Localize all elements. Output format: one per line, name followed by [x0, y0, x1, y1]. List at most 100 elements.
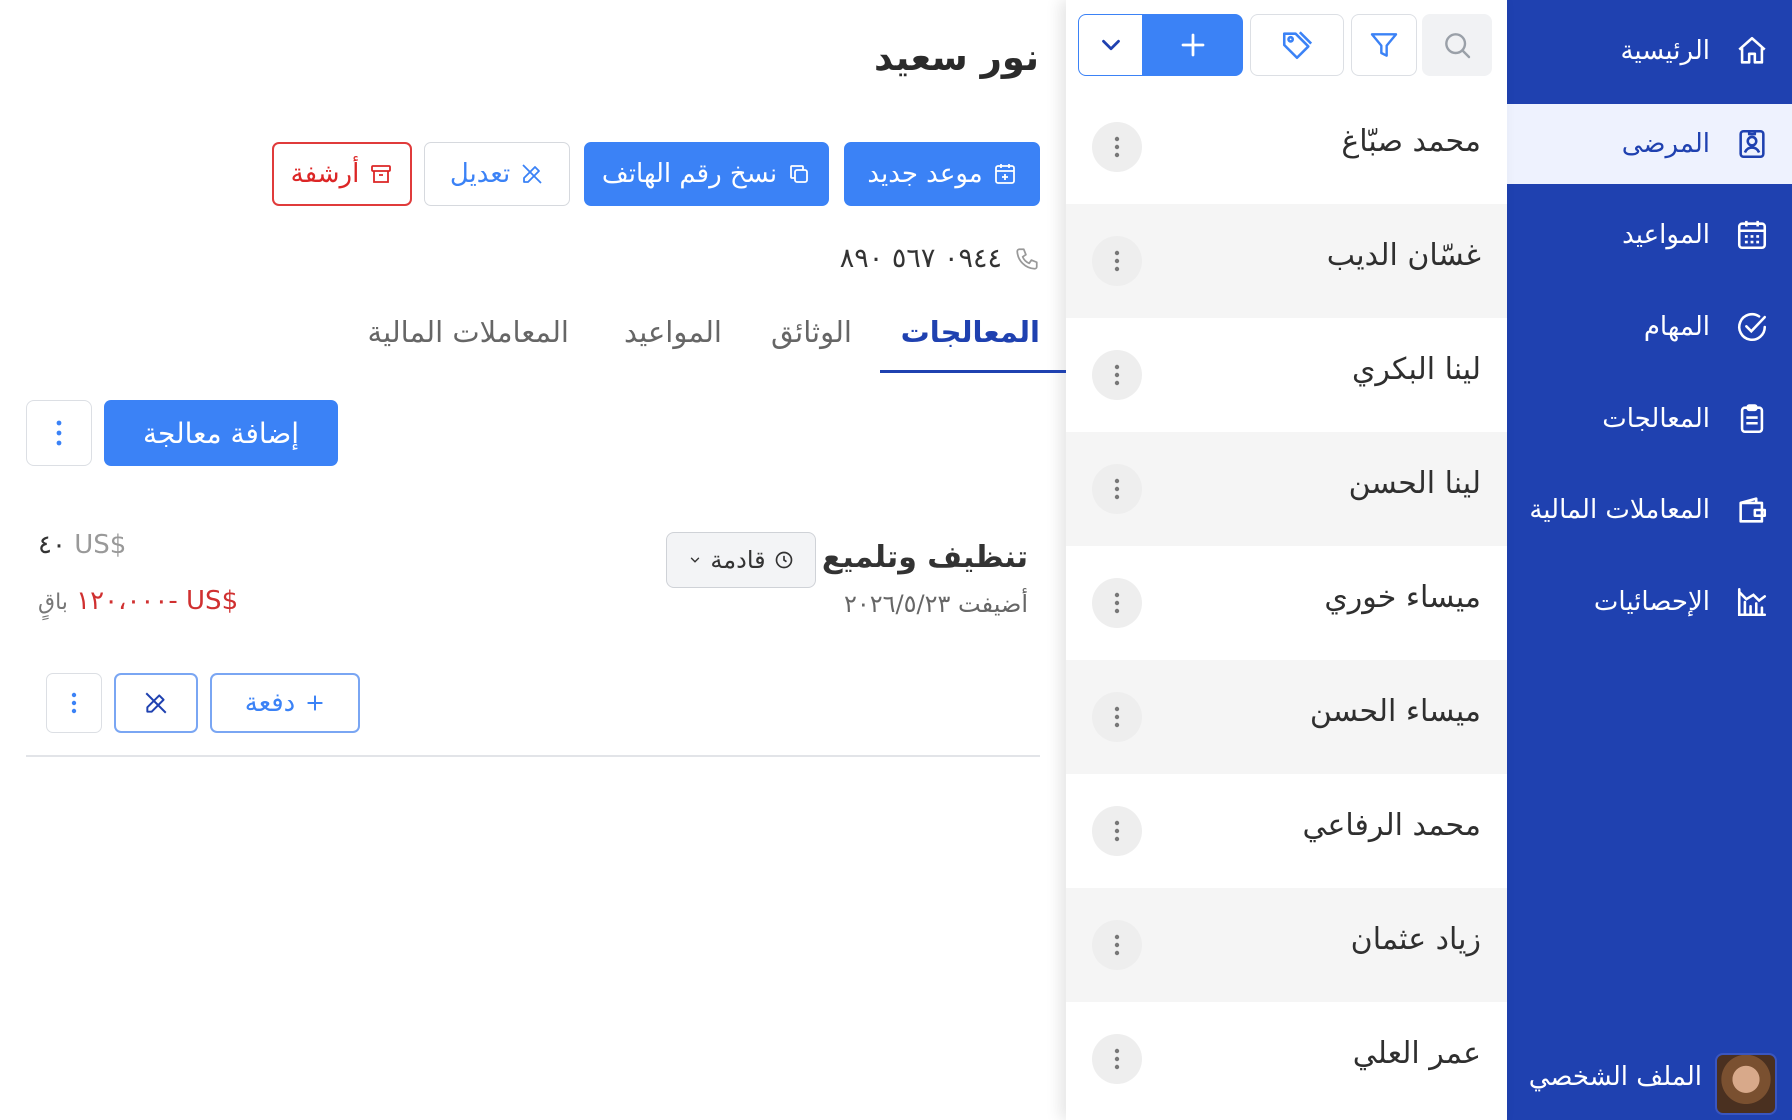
sidebar-item-label: المعاملات المالية: [1529, 495, 1710, 525]
edit-treatment-button[interactable]: [114, 673, 198, 733]
chevron-down-icon: [688, 553, 702, 567]
filter-button[interactable]: [1351, 14, 1417, 76]
patient-list-item[interactable]: عمر العلي: [1066, 1002, 1507, 1116]
add-patient-button[interactable]: [1142, 14, 1243, 76]
home-icon: [1735, 34, 1769, 68]
add-treatment-button[interactable]: إضافة معالجة: [104, 400, 338, 466]
patient-more-button[interactable]: [1092, 350, 1142, 400]
patient-more-button[interactable]: [1092, 1034, 1142, 1084]
more-options-button[interactable]: [26, 400, 92, 466]
add-payment-button[interactable]: دفعة: [210, 673, 360, 733]
patient-name: ميساء الحسن: [1309, 694, 1481, 729]
currency: $US: [186, 586, 239, 616]
status-dropdown[interactable]: قادمة: [666, 532, 816, 588]
kebab-icon: [56, 420, 62, 446]
kebab-icon: [1114, 934, 1120, 956]
patient-more-button[interactable]: [1092, 236, 1142, 286]
copy-phone-button[interactable]: نسخ رقم الهاتف: [584, 142, 829, 206]
patient-more-button[interactable]: [1092, 578, 1142, 628]
calendar-icon: [1735, 218, 1769, 252]
patient-list-item[interactable]: لينا البكري: [1066, 318, 1507, 432]
stats-icon: [1735, 585, 1769, 619]
edit-button[interactable]: تعديل: [424, 142, 570, 206]
tab-appointments[interactable]: المواعيد: [624, 315, 722, 349]
calendar-plus-icon: [993, 162, 1017, 186]
chevron-down-icon: [1096, 30, 1126, 60]
patient-name: محمد صبّاغ: [1341, 124, 1481, 159]
patient-name: ميساء خوري: [1324, 580, 1481, 615]
wallet-icon: [1735, 493, 1769, 527]
sidebar-item-label: الإحصائيات: [1593, 587, 1710, 617]
treatment-more-button[interactable]: [46, 673, 102, 733]
plus-icon: [305, 693, 325, 713]
archive-label: أرشفة: [290, 159, 360, 189]
sidebar-profile[interactable]: الملف الشخصي: [1507, 1040, 1792, 1120]
treatment-card: تنظيف وتلميع قادمة أضيفت ٢٠٢٦/٥/٢٣ $US ٤…: [26, 510, 1040, 757]
remaining-amount: -١٢٠،٠٠٠: [76, 586, 178, 616]
edit-label: تعديل: [449, 159, 511, 189]
active-tab-indicator: [880, 370, 1066, 373]
patient-list-panel: محمد صبّاغ غسّان الديب لينا البكري لينا …: [1066, 0, 1507, 1120]
patient-list-item[interactable]: ميساء خوري: [1066, 546, 1507, 660]
phone-icon: [1014, 246, 1040, 272]
patient-name: غسّان الديب: [1326, 238, 1481, 273]
tags-icon: [1280, 28, 1314, 62]
kebab-icon: [1114, 1048, 1120, 1070]
sidebar-item-statistics[interactable]: الإحصائيات: [1507, 562, 1792, 642]
sidebar-item-treatments[interactable]: المعالجات: [1507, 379, 1792, 459]
phone-row: ٠٩٤٤ ٥٦٧ ٨٩٠: [840, 243, 1040, 274]
patient-badge-icon: [1735, 127, 1769, 161]
sidebar-item-label: المهام: [1643, 312, 1710, 342]
kebab-icon: [1114, 250, 1120, 272]
patient-list-item[interactable]: ميساء الحسن: [1066, 660, 1507, 774]
patient-more-button[interactable]: [1092, 920, 1142, 970]
archive-button[interactable]: أرشفة: [272, 142, 412, 206]
search-button[interactable]: [1422, 14, 1492, 76]
patient-more-button[interactable]: [1092, 692, 1142, 742]
plus-icon: [1178, 30, 1208, 60]
check-circle-icon: [1735, 310, 1769, 344]
sidebar-item-label: الرئيسية: [1620, 36, 1710, 66]
sidebar-item-patients[interactable]: المرضى: [1507, 104, 1792, 184]
patient-more-button[interactable]: [1092, 464, 1142, 514]
kebab-icon: [1114, 592, 1120, 614]
copy-phone-label: نسخ رقم الهاتف: [601, 159, 778, 189]
sidebar-item-appointments[interactable]: المواعيد: [1507, 195, 1792, 275]
treatment-price: $US ٤٠: [38, 530, 126, 560]
patient-list-item[interactable]: محمد الرفاعي: [1066, 774, 1507, 888]
profile-label: الملف الشخصي: [1528, 1062, 1702, 1092]
tab-documents[interactable]: الوثائق: [771, 315, 852, 349]
add-options-dropdown[interactable]: [1078, 14, 1143, 76]
sidebar-item-tasks[interactable]: المهام: [1507, 287, 1792, 367]
treatment-remaining: $US -١٢٠،٠٠٠ باقٍ: [38, 586, 238, 616]
patient-name: زياد عثمان: [1350, 922, 1481, 957]
patient-list-item[interactable]: غسّان الديب: [1066, 204, 1507, 318]
patient-name: عمر العلي: [1352, 1036, 1481, 1071]
search-icon: [1441, 29, 1473, 61]
sidebar: الرئيسية المرضى المواعيد المهام المعالجا…: [1507, 0, 1792, 1120]
sidebar-item-finance[interactable]: المعاملات المالية: [1507, 470, 1792, 550]
tab-finance[interactable]: المعاملات المالية: [368, 315, 569, 349]
patient-tabs: المعالجات الوثائق المواعيد المعاملات الم…: [0, 300, 1066, 375]
payment-label: دفعة: [244, 688, 296, 718]
tags-button[interactable]: [1250, 14, 1344, 76]
new-appointment-button[interactable]: موعد جديد: [844, 142, 1040, 206]
sidebar-item-home[interactable]: الرئيسية: [1507, 11, 1792, 91]
treatment-name: تنظيف وتلميع: [821, 540, 1028, 575]
kebab-icon: [1114, 136, 1120, 158]
tab-treatments[interactable]: المعالجات: [901, 315, 1040, 349]
patient-more-button[interactable]: [1092, 806, 1142, 856]
patient-detail: نور سعيد موعد جديد نسخ رقم الهاتف تعديل …: [0, 0, 1066, 1120]
patient-list: محمد صبّاغ غسّان الديب لينا البكري لينا …: [1066, 90, 1507, 1116]
patient-more-button[interactable]: [1092, 122, 1142, 172]
filter-icon: [1368, 29, 1400, 61]
archive-icon: [369, 162, 393, 186]
currency: $US: [74, 530, 127, 560]
kebab-icon: [1114, 706, 1120, 728]
phone-number: ٠٩٤٤ ٥٦٧ ٨٩٠: [839, 243, 1002, 274]
kebab-icon: [1114, 478, 1120, 500]
patient-list-item[interactable]: محمد صبّاغ: [1066, 90, 1507, 204]
patient-list-item[interactable]: زياد عثمان: [1066, 888, 1507, 1002]
new-appointment-label: موعد جديد: [867, 159, 983, 189]
patient-list-item[interactable]: لينا الحسن: [1066, 432, 1507, 546]
